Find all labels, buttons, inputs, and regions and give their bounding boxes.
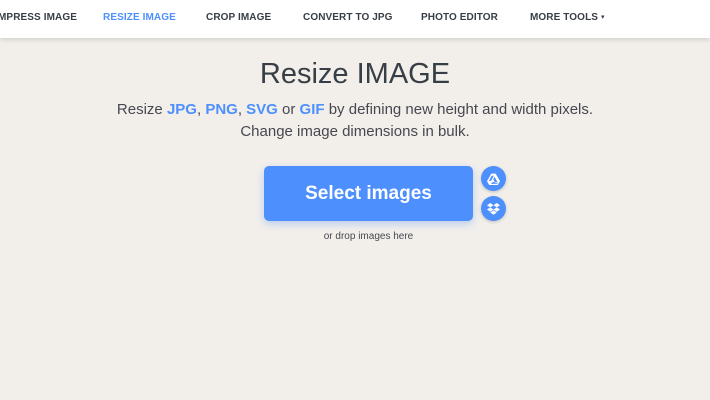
nav-convert-to-jpg[interactable]: CONVERT TO JPG — [303, 0, 393, 36]
nav-more-tools-label: MORE TOOLS — [530, 12, 599, 23]
subtitle-line-2: Change image dimensions in bulk. — [240, 123, 470, 140]
dropbox-icon — [487, 202, 500, 215]
nav-photo-editor[interactable]: PHOTO EDITOR — [421, 0, 498, 36]
format-jpg: JPG — [166, 101, 197, 118]
drop-images-hint: or drop images here — [323, 231, 414, 242]
subtitle-prefix: Resize — [116, 101, 167, 118]
nav-crop-image[interactable]: CROP IMAGE — [206, 0, 271, 36]
nav-compress-image[interactable]: MPRESS IMAGE — [0, 0, 77, 36]
caret-down-icon: ▾ — [601, 14, 605, 21]
subtitle-line-1: Resize JPG, PNG, SVG or GIF by defining … — [0, 99, 710, 121]
nav-resize-image[interactable]: RESIZE IMAGE — [103, 0, 176, 36]
top-navigation: MPRESS IMAGE RESIZE IMAGE CROP IMAGE CON… — [0, 0, 710, 38]
google-drive-icon — [487, 173, 500, 185]
or-text: or — [277, 101, 300, 118]
format-png: PNG — [205, 101, 238, 118]
page-subtitle: Resize JPG, PNG, SVG or GIF by defining … — [0, 99, 710, 143]
subtitle-suffix: by defining new height and width pixels. — [324, 101, 594, 118]
select-images-button[interactable]: Select images — [264, 166, 473, 221]
page-title: Resize IMAGE — [259, 58, 451, 90]
google-drive-button[interactable] — [481, 166, 506, 191]
dropbox-button[interactable] — [481, 196, 506, 221]
format-svg: SVG — [246, 101, 278, 118]
nav-more-tools[interactable]: MORE TOOLS ▾ — [530, 0, 605, 36]
separator: , — [237, 101, 247, 118]
format-gif: GIF — [299, 101, 325, 118]
